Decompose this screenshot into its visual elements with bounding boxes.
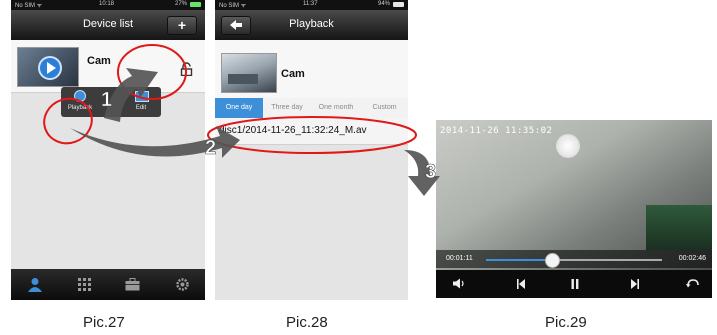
caption-pic27: Pic.27 bbox=[83, 314, 125, 331]
caption-pic29: Pic.29 bbox=[545, 314, 587, 331]
highlight-circle-file bbox=[207, 116, 417, 154]
step-number-3: 3 bbox=[425, 161, 436, 183]
step-number-2: 2 bbox=[205, 137, 216, 159]
caption-pic28: Pic.28 bbox=[286, 314, 328, 331]
annotation-layer: 1 2 3 bbox=[43, 44, 440, 196]
highlight-circle-playback bbox=[43, 97, 93, 145]
step-number-1: 1 bbox=[101, 89, 112, 111]
